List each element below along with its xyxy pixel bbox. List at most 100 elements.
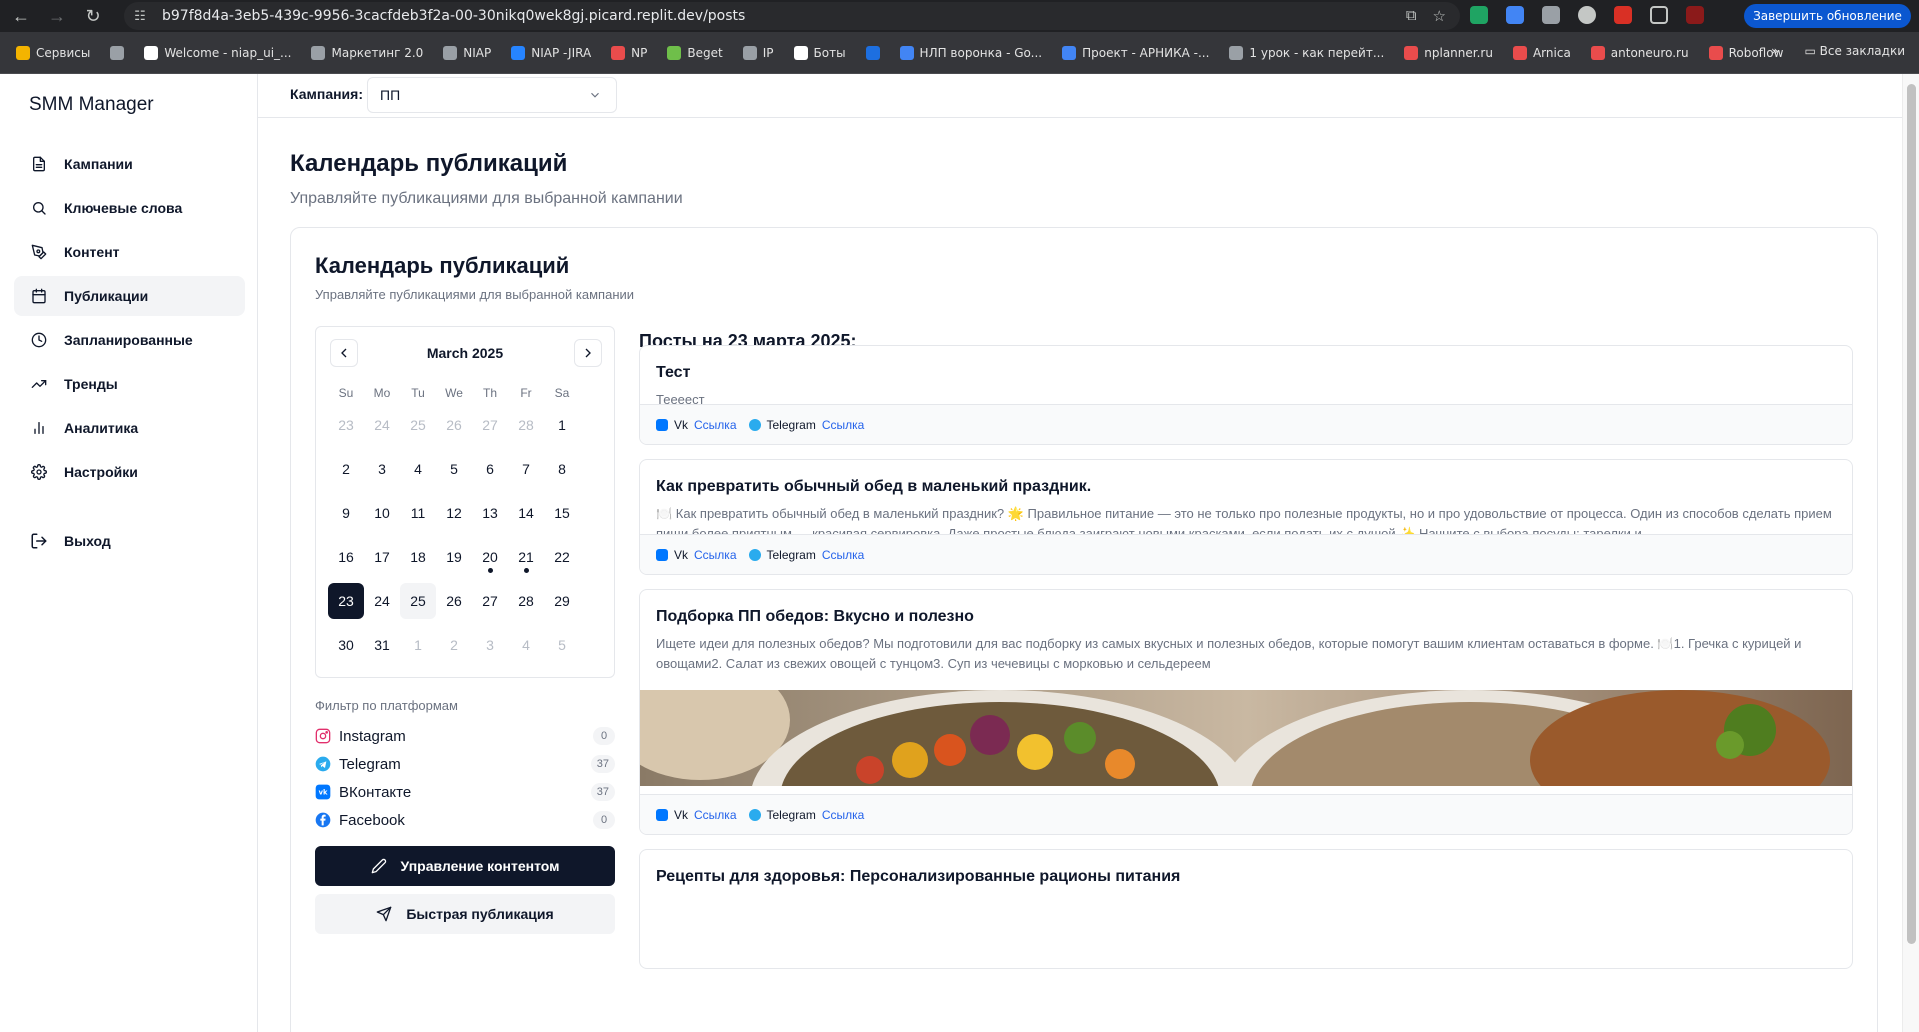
calendar-day[interactable]: 4 <box>400 451 436 487</box>
calendar-day[interactable]: 21 <box>508 539 544 575</box>
forward-icon[interactable]: → <box>42 2 72 30</box>
page-scrollbar[interactable] <box>1902 74 1919 1032</box>
calendar-day[interactable]: 25 <box>400 407 436 443</box>
bookmark-item[interactable]: IP <box>742 45 774 60</box>
sidebar-item[interactable]: Настройки <box>14 452 245 492</box>
calendar-day[interactable]: 12 <box>436 495 472 531</box>
calendar-day[interactable]: 14 <box>508 495 544 531</box>
calendar-day[interactable]: 5 <box>436 451 472 487</box>
calendar-day[interactable]: 10 <box>364 495 400 531</box>
calendar-day[interactable]: 1 <box>400 627 436 663</box>
calendar-day[interactable]: 17 <box>364 539 400 575</box>
calendar-day[interactable]: 20 <box>472 539 508 575</box>
calendar-day[interactable]: 24 <box>364 583 400 619</box>
puzzle-icon[interactable] <box>1650 6 1668 24</box>
calendar-day[interactable]: 29 <box>544 583 580 619</box>
calendar-day[interactable]: 11 <box>400 495 436 531</box>
next-month-button[interactable] <box>574 339 602 367</box>
profile-icon[interactable] <box>1686 6 1704 24</box>
vk-post-link[interactable]: Ссылка <box>694 808 736 822</box>
vk-post-link[interactable]: Ссылка <box>694 418 736 432</box>
scrollbar-thumb[interactable] <box>1907 84 1916 944</box>
sidebar-item[interactable]: Запланированные <box>14 320 245 360</box>
bookmark-item[interactable]: Боты <box>793 45 846 60</box>
bookmark-item[interactable]: NIAP -JIRA <box>511 45 591 60</box>
bookmark-item[interactable]: НЛП воронка - Go... <box>899 45 1042 60</box>
all-bookmarks-button[interactable]: ▭ Все закладки <box>1804 44 1905 58</box>
post-card[interactable]: Подборка ПП обедов: Вкусно и полезно Ище… <box>639 589 1853 835</box>
platform-filter-item[interactable]: Instagram 0 <box>315 722 615 750</box>
reload-icon[interactable]: ↻ <box>78 2 108 30</box>
post-card[interactable]: Как превратить обычный обед в маленький … <box>639 459 1853 575</box>
calendar-day[interactable]: 30 <box>328 627 364 663</box>
calendar-day[interactable]: 24 <box>364 407 400 443</box>
bookmark-item[interactable]: Welcome - niap_ui_... <box>144 45 291 60</box>
more-bookmarks-icon[interactable]: » <box>1771 44 1778 58</box>
calendar-day[interactable]: 16 <box>328 539 364 575</box>
bookmark-item[interactable]: Arnica <box>1512 45 1571 60</box>
calendar-day[interactable]: 28 <box>508 407 544 443</box>
calendar-day[interactable]: 27 <box>472 407 508 443</box>
bookmark-item[interactable] <box>110 45 125 60</box>
telegram-post-link[interactable]: Ссылка <box>822 418 864 432</box>
bookmark-item[interactable]: Beget <box>667 45 723 60</box>
extension-icon[interactable] <box>1506 6 1524 24</box>
bookmark-item[interactable]: antoneuro.ru <box>1590 45 1689 60</box>
address-bar[interactable]: ☷ b97f8d4a-3eb5-439c-9956-3cacfdeb3f2a-0… <box>124 2 1460 30</box>
bookmark-item[interactable]: Проект - АРНИКА -... <box>1062 45 1209 60</box>
calendar-day[interactable]: 5 <box>544 627 580 663</box>
open-in-new-icon[interactable]: ⧉ <box>1406 7 1417 25</box>
campaign-select[interactable]: ПП <box>367 77 617 113</box>
calendar-day[interactable]: 26 <box>436 583 472 619</box>
back-icon[interactable]: ← <box>6 2 36 30</box>
calendar-day[interactable]: 3 <box>364 451 400 487</box>
calendar-day[interactable]: 28 <box>508 583 544 619</box>
logout-button[interactable]: Выход <box>30 532 111 550</box>
calendar-day[interactable]: 19 <box>436 539 472 575</box>
calendar-day[interactable]: 1 <box>544 407 580 443</box>
manage-content-button[interactable]: Управление контентом <box>315 846 615 886</box>
bookmark-item[interactable]: NP <box>611 45 647 60</box>
telegram-post-link[interactable]: Ссылка <box>822 808 864 822</box>
calendar-day[interactable]: 23 <box>328 583 364 619</box>
bookmark-star-icon[interactable]: ☆ <box>1433 7 1446 25</box>
calendar-day[interactable]: 7 <box>508 451 544 487</box>
quick-publish-button[interactable]: Быстрая публикация <box>315 894 615 934</box>
calendar-day[interactable]: 23 <box>328 407 364 443</box>
extension-icon[interactable] <box>1470 6 1488 24</box>
bookmark-item[interactable]: Маркетинг 2.0 <box>311 45 423 60</box>
calendar-day[interactable]: 6 <box>472 451 508 487</box>
bookmark-item[interactable]: nplanner.ru <box>1404 45 1493 60</box>
sidebar-item[interactable]: Ключевые слова <box>14 188 245 228</box>
calendar-day[interactable]: 2 <box>328 451 364 487</box>
camera-extension-icon[interactable] <box>1542 6 1560 24</box>
site-info-icon[interactable]: ☷ <box>124 8 156 24</box>
sidebar-item[interactable]: Публикации <box>14 276 245 316</box>
sidebar-item[interactable]: Тренды <box>14 364 245 404</box>
calendar-day[interactable]: 2 <box>436 627 472 663</box>
extension-icon[interactable] <box>1614 6 1632 24</box>
calendar-day[interactable]: 18 <box>400 539 436 575</box>
platform-filter-item[interactable]: Facebook 0 <box>315 806 615 834</box>
vk-post-link[interactable]: Ссылка <box>694 548 736 562</box>
calendar-day[interactable]: 25 <box>400 583 436 619</box>
calendar-day[interactable]: 13 <box>472 495 508 531</box>
sidebar-item[interactable]: Кампании <box>14 144 245 184</box>
post-card[interactable]: Тест Теееест Vk Ссылка Telegram Ссылка <box>639 345 1853 445</box>
calendar-day[interactable]: 9 <box>328 495 364 531</box>
calendar-day[interactable]: 8 <box>544 451 580 487</box>
calendar-day[interactable]: 4 <box>508 627 544 663</box>
sidebar-item[interactable]: Аналитика <box>14 408 245 448</box>
calendar-day[interactable]: 26 <box>436 407 472 443</box>
platform-filter-item[interactable]: Telegram 37 <box>315 750 615 778</box>
bookmark-item[interactable]: Сервисы <box>16 45 90 60</box>
post-card[interactable]: Рецепты для здоровья: Персонализированны… <box>639 849 1853 969</box>
calendar-day[interactable]: 3 <box>472 627 508 663</box>
extension-icon[interactable] <box>1578 6 1596 24</box>
calendar-day[interactable]: 15 <box>544 495 580 531</box>
platform-filter-item[interactable]: vk ВКонтакте 37 <box>315 778 615 806</box>
calendar-day[interactable]: 22 <box>544 539 580 575</box>
sidebar-item[interactable]: Контент <box>14 232 245 272</box>
telegram-post-link[interactable]: Ссылка <box>822 548 864 562</box>
update-browser-button[interactable]: Завершить обновление <box>1744 4 1911 28</box>
